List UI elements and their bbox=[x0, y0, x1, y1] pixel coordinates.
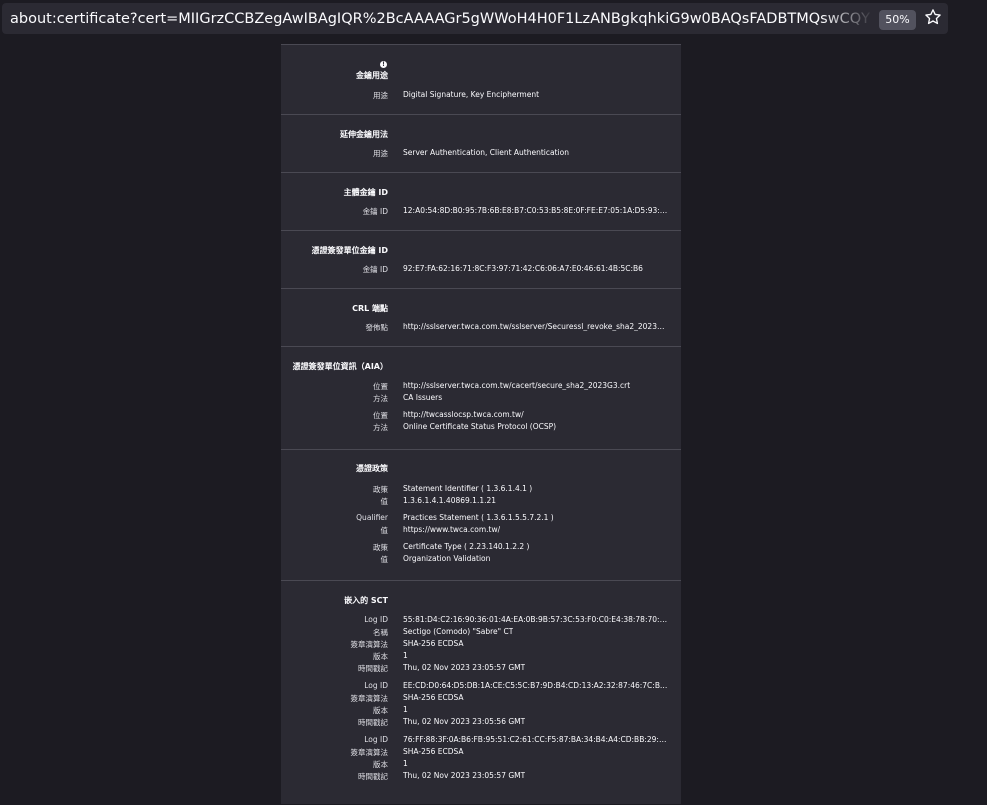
row-label: 值 bbox=[380, 555, 389, 564]
row-value: Practices Statement ( 1.3.6.1.5.5.7.2.1 … bbox=[403, 513, 554, 522]
certificate-panel: ! 金鑰用途 用途 Digital Signature, Key Enciphe… bbox=[281, 44, 681, 804]
star-icon[interactable] bbox=[924, 8, 942, 26]
row-label: 用途 bbox=[373, 149, 388, 158]
row-label: 值 bbox=[380, 526, 389, 535]
section-embedded-sct: 嵌入的 SCT Log ID 55:81:D4:C2:16:90:36:01:4… bbox=[281, 580, 681, 805]
section-ext-key-usage: 延伸金鑰用法 用途 Server Authentication, Client … bbox=[281, 114, 681, 173]
row-label: Log ID bbox=[364, 615, 388, 624]
row-value: Statement Identifier ( 1.3.6.1.4.1 ) bbox=[403, 484, 533, 493]
row-value: Organization Validation bbox=[403, 554, 491, 563]
row-label: Qualifier bbox=[356, 513, 388, 522]
row-value: 12:A0:54:8D:B0:95:7B:6B:E8:B7:C0:53:B5:8… bbox=[403, 206, 669, 215]
url-fade bbox=[822, 3, 874, 34]
row-label: 簽章演算法 bbox=[350, 640, 389, 649]
crl-link[interactable]: http://sslserver.twca.com.tw/sslserver/S… bbox=[403, 322, 669, 331]
row-value: SHA-256 ECDSA bbox=[403, 747, 464, 756]
section-title: 嵌入的 SCT bbox=[344, 596, 388, 605]
section-title: 憑證政策 bbox=[356, 464, 388, 473]
row-value: 1.3.6.1.4.1.40869.1.1.21 bbox=[403, 496, 497, 505]
row-label: 用途 bbox=[373, 91, 388, 100]
row-value: 1 bbox=[403, 759, 408, 768]
section-policies: 憑證政策 政策 Statement Identifier ( 1.3.6.1.4… bbox=[281, 449, 681, 581]
aia-link[interactable]: http://twcasslocsp.twca.com.tw/ bbox=[403, 410, 524, 419]
row-value: Sectigo (Comodo) "Sabre" CT bbox=[403, 627, 514, 636]
row-value: Server Authentication, Client Authentica… bbox=[403, 148, 569, 157]
row-value: Certificate Type ( 2.23.140.1.2.2 ) bbox=[403, 542, 530, 551]
row-label: 位置 bbox=[373, 382, 388, 391]
section-title: 憑證簽發單位金鑰 ID bbox=[311, 246, 388, 255]
row-label: 名稱 bbox=[373, 628, 388, 637]
row-label: 位置 bbox=[373, 411, 388, 420]
row-value: Thu, 02 Nov 2023 23:05:57 GMT bbox=[403, 663, 526, 672]
row-label: 版本 bbox=[373, 652, 388, 661]
row-value: 92:E7:FA:62:16:71:8C:F3:97:71:42:C6:06:A… bbox=[403, 264, 643, 273]
row-value: Thu, 02 Nov 2023 23:05:56 GMT bbox=[403, 717, 526, 726]
zoom-indicator[interactable]: 50% bbox=[879, 10, 916, 30]
policy-link[interactable]: https://www.twca.com.tw/ bbox=[403, 525, 500, 534]
row-label: 簽章演算法 bbox=[350, 748, 389, 757]
row-value: 1 bbox=[403, 651, 408, 660]
row-label: Log ID bbox=[364, 735, 388, 744]
section-title: CRL 端點 bbox=[352, 304, 388, 313]
section-title: 憑證簽發單位資訊（AIA） bbox=[292, 362, 388, 371]
row-label: 時間戳記 bbox=[358, 718, 388, 727]
row-label: 版本 bbox=[373, 760, 388, 769]
section-aia: 憑證簽發單位資訊（AIA） 位置 http://sslserver.twca.c… bbox=[281, 346, 681, 450]
row-label: Log ID bbox=[364, 681, 388, 690]
row-label: 金鑰 ID bbox=[362, 207, 388, 216]
row-value: Digital Signature, Key Encipherment bbox=[403, 90, 540, 99]
row-value: SHA-256 ECDSA bbox=[403, 693, 464, 702]
row-value: SHA-256 ECDSA bbox=[403, 639, 464, 648]
aia-link[interactable]: http://sslserver.twca.com.tw/cacert/secu… bbox=[403, 381, 630, 390]
row-value: Thu, 02 Nov 2023 23:05:57 GMT bbox=[403, 771, 526, 780]
url-bar[interactable]: about:certificate?cert=MIIGrzCCBZegAwIBA… bbox=[2, 3, 948, 34]
row-label: 值 bbox=[380, 497, 389, 506]
row-label: 簽章演算法 bbox=[350, 694, 389, 703]
section-title: 主體金鑰 ID bbox=[343, 188, 388, 197]
row-label: 版本 bbox=[373, 706, 388, 715]
row-label: 時間戳記 bbox=[358, 664, 388, 673]
section-title: 金鑰用途 bbox=[356, 71, 388, 80]
row-value: 76:FF:88:3F:0A:B6:FB:95:51:C2:61:CC:F5:8… bbox=[403, 735, 669, 744]
row-label: 發佈點 bbox=[365, 323, 389, 332]
row-label: 方法 bbox=[373, 423, 388, 432]
section-authority-key-id: 憑證簽發單位金鑰 ID 金鑰 ID 92:E7:FA:62:16:71:8C:F… bbox=[281, 230, 681, 289]
row-label: 時間戳記 bbox=[358, 772, 388, 781]
section-subject-key-id: 主體金鑰 ID 金鑰 ID 12:A0:54:8D:B0:95:7B:6B:E8… bbox=[281, 172, 681, 231]
row-label: 政策 bbox=[373, 485, 388, 494]
row-value: Online Certificate Status Protocol (OCSP… bbox=[403, 422, 557, 431]
url-text[interactable]: about:certificate?cert=MIIGrzCCBZegAwIBA… bbox=[10, 10, 870, 30]
toolbar: about:certificate?cert=MIIGrzCCBZegAwIBA… bbox=[0, 0, 987, 38]
section-title: 延伸金鑰用法 bbox=[340, 130, 388, 139]
row-label: 金鑰 ID bbox=[362, 265, 388, 274]
row-value: CA Issuers bbox=[403, 393, 443, 402]
row-label: 方法 bbox=[373, 394, 388, 403]
row-value: 1 bbox=[403, 705, 408, 714]
section-crl-endpoints: CRL 端點 發佈點 http://sslserver.twca.com.tw/… bbox=[281, 288, 681, 347]
row-value: EE:CD:D0:64:D5:DB:1A:CE:C5:5C:B7:9D:B4:C… bbox=[403, 681, 669, 690]
info-icon[interactable]: ! bbox=[380, 61, 387, 68]
row-value: 55:81:D4:C2:16:90:36:01:4A:EA:0B:9B:57:3… bbox=[403, 615, 669, 624]
row-label: 政策 bbox=[373, 543, 388, 552]
section-key-usage: ! 金鑰用途 用途 Digital Signature, Key Enciphe… bbox=[281, 44, 681, 115]
